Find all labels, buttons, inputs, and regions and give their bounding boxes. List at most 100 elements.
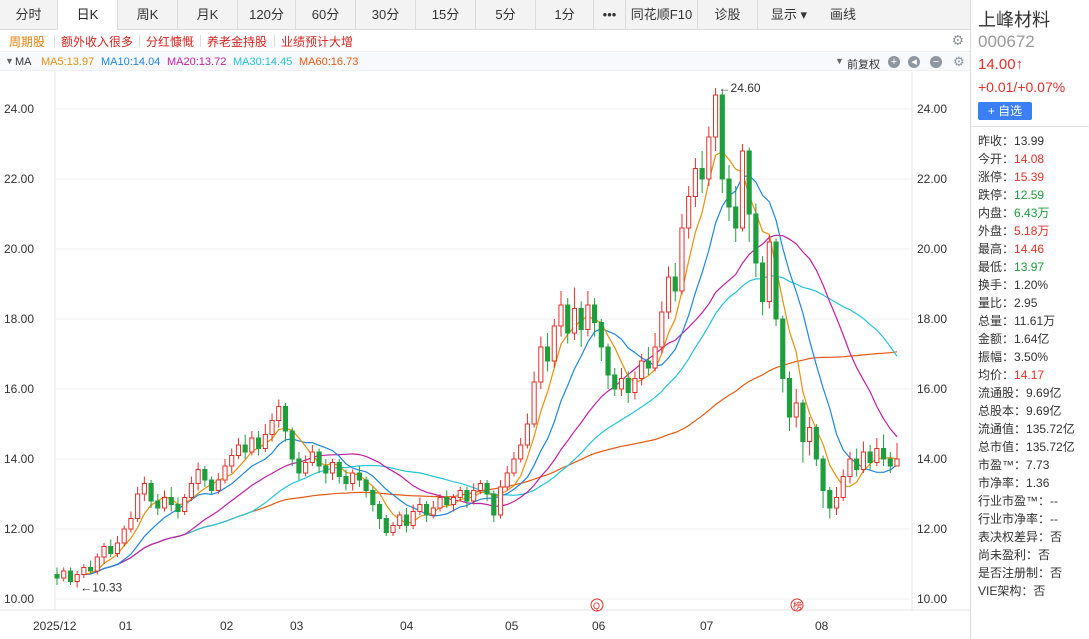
candle-body [370, 490, 376, 505]
candle-body [424, 504, 430, 516]
tab-diagnose[interactable]: 诊股 [698, 0, 758, 30]
candle-body [128, 518, 134, 530]
chevron-down-icon[interactable]: ▼ [835, 56, 844, 66]
stat-row: 流通股：9.69亿 [978, 384, 1089, 402]
stat-row: 表决权差异：否 [978, 528, 1089, 546]
tab-120min[interactable]: 120分 [238, 0, 296, 30]
quote-panel: 上峰材料 000672 14.00↑ +0.01/+0.07% + 自选 昨收：… [970, 0, 1089, 639]
stat-value: 1.20% [1014, 278, 1049, 292]
tab-15min[interactable]: 15分 [416, 0, 476, 30]
adjust-mode[interactable]: 前复权 [847, 56, 880, 72]
candle-body [363, 479, 369, 491]
x-tick-label: 03 [290, 619, 304, 633]
candle-body [148, 483, 154, 502]
candle-body [847, 458, 853, 477]
candle-body [612, 374, 618, 390]
pan-left-icon[interactable]: ◂ [908, 56, 920, 68]
tab-monthly[interactable]: 月K [178, 0, 238, 30]
candle-body [457, 490, 463, 498]
stat-label: 行业市净率： [978, 512, 1051, 526]
candle-body [437, 497, 443, 509]
candle-body [773, 241, 779, 320]
stat-label: 总股本： [978, 404, 1027, 418]
stat-value: 1.64亿 [1014, 332, 1050, 346]
stat-row: 外盘：5.18万 [978, 222, 1089, 240]
candle-body [316, 451, 322, 467]
candle-body [356, 472, 362, 481]
candle-body [786, 378, 793, 418]
stat-label: 是否注册制： [978, 566, 1051, 580]
y-tick-label-right: 16.00 [917, 382, 947, 396]
y-tick-label-left: 16.00 [4, 382, 34, 396]
gear-icon[interactable]: ⚙ [953, 54, 965, 70]
stat-row: 流通值：135.72亿 [978, 420, 1089, 438]
candle-body [780, 318, 786, 379]
zoom-out-icon[interactable]: − [930, 56, 942, 68]
stat-label: 尚未盈利： [978, 548, 1039, 562]
stat-value: 2.95 [1014, 296, 1038, 310]
stat-row: 跌停：12.59 [978, 186, 1089, 204]
candle-body [471, 490, 477, 502]
price-change: +0.01/+0.07% [978, 79, 1066, 95]
stat-label: 内盘： [978, 206, 1015, 220]
tag-extra-income[interactable]: 额外收入很多 [61, 33, 133, 50]
candle-body [618, 378, 625, 390]
candle-body [692, 168, 698, 197]
tab-f10[interactable]: 同花顺F10 ▾ [626, 0, 698, 52]
stat-value: 9.69亿 [1026, 386, 1062, 400]
tab-30min[interactable]: 30分 [356, 0, 416, 30]
candle-body [726, 178, 732, 208]
stat-row: 今开：14.08 [978, 150, 1089, 168]
more-icon[interactable]: ••• [594, 0, 626, 30]
add-watchlist-button[interactable]: + 自选 [978, 102, 1032, 120]
candle-body [376, 504, 383, 519]
candle-body [135, 493, 141, 519]
tab-5min[interactable]: 5分 [476, 0, 536, 30]
candle-body [155, 500, 161, 509]
tab-1min[interactable]: 1分 [536, 0, 594, 30]
low-price-annotation: ←10.33 [80, 580, 122, 594]
candle-body [222, 465, 228, 481]
stat-value: -- [1050, 512, 1059, 526]
kline-chart[interactable]: 24.00 24.00 22.00 22.00 20.00 20.00 18.00 18.00… [0, 72, 970, 639]
candle-body [813, 427, 819, 460]
zoom-in-icon[interactable]: + [888, 56, 900, 68]
stat-value: 15.39 [1014, 170, 1045, 184]
candle-body [672, 276, 678, 292]
gear-icon[interactable]: ⚙ [951, 32, 964, 49]
tag-pension[interactable]: 养老金持股 [207, 33, 267, 50]
candle-body [699, 168, 705, 180]
ma30-value: MA30:14.45 [233, 56, 293, 68]
tab-intraday[interactable]: 分时 [0, 0, 58, 30]
x-tick-label: 02 [220, 619, 234, 633]
tag-dividend[interactable]: 分红慷慨 [146, 33, 194, 50]
tag-separator [54, 35, 55, 47]
stat-label: 外盘： [978, 224, 1015, 238]
stat-value: 6.43万 [1014, 206, 1050, 220]
display-menu[interactable]: 显示 ▾ [758, 0, 820, 30]
candle-body [403, 514, 410, 526]
candle-body [249, 437, 255, 453]
tab-60min[interactable]: 60分 [296, 0, 356, 30]
tag-cyclical[interactable]: 周期股 [9, 33, 45, 50]
candle-body [511, 458, 517, 474]
candle-body [61, 570, 67, 579]
stat-row: 最高：14.46 [978, 240, 1089, 258]
tag-earnings[interactable]: 业绩预计大增 [281, 33, 353, 50]
candle-body [860, 451, 866, 470]
stat-value: 5.18万 [1014, 224, 1050, 238]
chevron-down-icon[interactable]: ▼ [5, 56, 14, 66]
stat-label: 昨收： [978, 134, 1015, 148]
stat-label: 振幅： [978, 350, 1015, 364]
tab-daily[interactable]: 日K [58, 0, 118, 30]
tab-weekly[interactable]: 周K [118, 0, 178, 30]
stat-row: 市盈™：7.73 [978, 456, 1089, 474]
candle-body [323, 465, 329, 474]
stat-label: 市净率： [978, 476, 1027, 490]
x-tick-label: 2025/12 [33, 619, 77, 633]
draw-menu[interactable]: 画线 [820, 0, 866, 30]
candle-body [625, 378, 631, 393]
stock-app: 分时日K周K月K120分60分30分15分5分1分•••同花顺F10 ▾诊股显示… [0, 0, 1089, 639]
stat-value: 12.59 [1014, 188, 1045, 202]
candle-body [464, 490, 470, 502]
